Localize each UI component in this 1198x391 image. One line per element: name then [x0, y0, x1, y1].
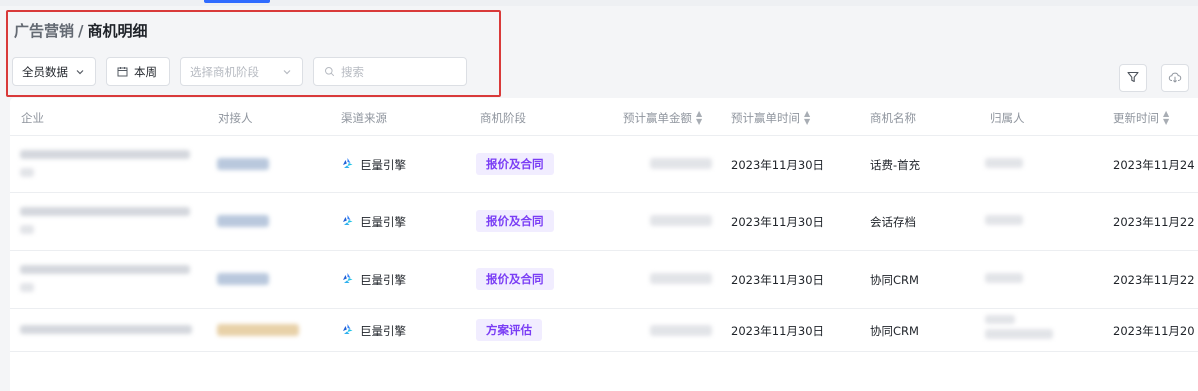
cloud-download-icon — [1168, 70, 1182, 87]
opportunity-name-cell[interactable]: 协同CRM — [870, 323, 919, 339]
contact-redacted — [217, 324, 299, 336]
column-header-contact: 对接人 — [218, 110, 253, 126]
export-button[interactable] — [1161, 64, 1189, 92]
sort-icon[interactable]: ▲ ▼ — [804, 110, 810, 126]
table-row[interactable]: 巨量引擎 报价及合同 2023年11月30日 协同CRM 2023年11月22 — [10, 251, 1198, 309]
stage-badge: 报价及合同 — [476, 268, 554, 290]
close-date-cell: 2023年11月30日 — [731, 158, 825, 172]
column-header-label: 商机名称 — [870, 111, 916, 125]
column-header-label: 对接人 — [218, 111, 253, 125]
contact-redacted — [217, 215, 269, 227]
close-date-cell: 2023年11月30日 — [731, 273, 825, 287]
owner-redacted — [985, 315, 1015, 324]
opportunity-table: 企业 对接人 渠道来源 商机阶段 预计赢单金额 ▲ ▼ 预计赢单时间 ▲ ▼ 商机名称 … — [10, 98, 1198, 391]
highlight-annotation-box — [6, 10, 501, 97]
contact-redacted — [217, 158, 269, 170]
close-date-cell: 2023年11月30日 — [731, 324, 825, 338]
close-date-cell: 2023年11月30日 — [731, 215, 825, 229]
owner-redacted — [985, 329, 1053, 339]
column-header-label: 商机阶段 — [480, 111, 526, 125]
active-tab-indicator — [204, 0, 270, 3]
filter-button[interactable] — [1119, 64, 1147, 92]
source-label: 巨量引擎 — [360, 273, 406, 287]
ocean-engine-logo-icon — [341, 214, 354, 230]
column-header-label: 归属人 — [990, 111, 1025, 125]
amount-redacted — [650, 325, 712, 336]
column-header-amount[interactable]: 预计赢单金额 ▲ ▼ — [623, 110, 702, 126]
column-header-updated[interactable]: 更新时间 ▲ ▼ — [1113, 110, 1169, 126]
owner-redacted — [985, 273, 1023, 283]
company-name-redacted — [20, 207, 190, 216]
updated-cell: 2023年11月20 — [1113, 324, 1195, 338]
table-header: 企业 对接人 渠道来源 商机阶段 预计赢单金额 ▲ ▼ 预计赢单时间 ▲ ▼ 商机名称 … — [10, 98, 1198, 136]
column-header-source: 渠道来源 — [341, 110, 387, 126]
stage-badge: 方案评估 — [476, 319, 542, 341]
source-label: 巨量引擎 — [360, 324, 406, 338]
column-header-opportunity-name: 商机名称 — [870, 110, 916, 126]
stage-badge: 报价及合同 — [476, 153, 554, 175]
source-label: 巨量引擎 — [360, 158, 406, 172]
column-header-close-date[interactable]: 预计赢单时间 ▲ ▼ — [731, 110, 810, 126]
column-header-label: 更新时间 — [1113, 111, 1159, 125]
amount-redacted — [650, 215, 712, 226]
company-name-redacted — [20, 283, 34, 292]
column-header-stage: 商机阶段 — [480, 110, 526, 126]
source-cell: 巨量引擎 — [341, 214, 406, 230]
company-name-redacted — [20, 325, 192, 334]
ocean-engine-logo-icon — [341, 157, 354, 173]
source-cell: 巨量引擎 — [341, 272, 406, 288]
updated-cell: 2023年11月24 — [1113, 158, 1195, 172]
column-header-label: 预计赢单金额 — [623, 111, 692, 125]
owner-redacted — [985, 158, 1023, 168]
stage-badge: 报价及合同 — [476, 210, 554, 232]
column-header-company: 企业 — [21, 110, 44, 126]
contact-redacted — [217, 273, 269, 285]
amount-redacted — [650, 273, 712, 284]
sort-icon[interactable]: ▲ ▼ — [696, 110, 702, 126]
column-header-owner: 归属人 — [990, 110, 1025, 126]
source-cell: 巨量引擎 — [341, 157, 406, 173]
sort-icon[interactable]: ▲ ▼ — [1163, 110, 1169, 126]
opportunity-name-cell[interactable]: 协同CRM — [870, 272, 919, 288]
ocean-engine-logo-icon — [341, 323, 354, 339]
ocean-engine-logo-icon — [341, 272, 354, 288]
company-name-redacted — [20, 265, 190, 274]
source-cell: 巨量引擎 — [341, 323, 406, 339]
owner-redacted — [985, 215, 1023, 225]
table-row[interactable]: 巨量引擎 报价及合同 2023年11月30日 话费-首充 2023年11月24 — [10, 136, 1198, 193]
filter-icon — [1126, 70, 1140, 87]
column-header-label: 渠道来源 — [341, 111, 387, 125]
company-name-redacted — [20, 225, 34, 234]
opportunity-name-cell[interactable]: 话费-首充 — [870, 157, 920, 173]
opportunity-name-cell[interactable]: 会话存档 — [870, 214, 916, 230]
company-name-redacted — [20, 150, 190, 159]
company-name-redacted — [20, 168, 34, 177]
table-row[interactable]: 巨量引擎 方案评估 2023年11月30日 协同CRM 2023年11月20 — [10, 309, 1198, 352]
amount-redacted — [650, 158, 712, 169]
column-header-label: 预计赢单时间 — [731, 111, 800, 125]
updated-cell: 2023年11月22 — [1113, 215, 1195, 229]
table-row[interactable]: 巨量引擎 报价及合同 2023年11月30日 会话存档 2023年11月22 — [10, 193, 1198, 251]
source-label: 巨量引擎 — [360, 215, 406, 229]
updated-cell: 2023年11月22 — [1113, 273, 1195, 287]
column-header-label: 企业 — [21, 111, 44, 125]
